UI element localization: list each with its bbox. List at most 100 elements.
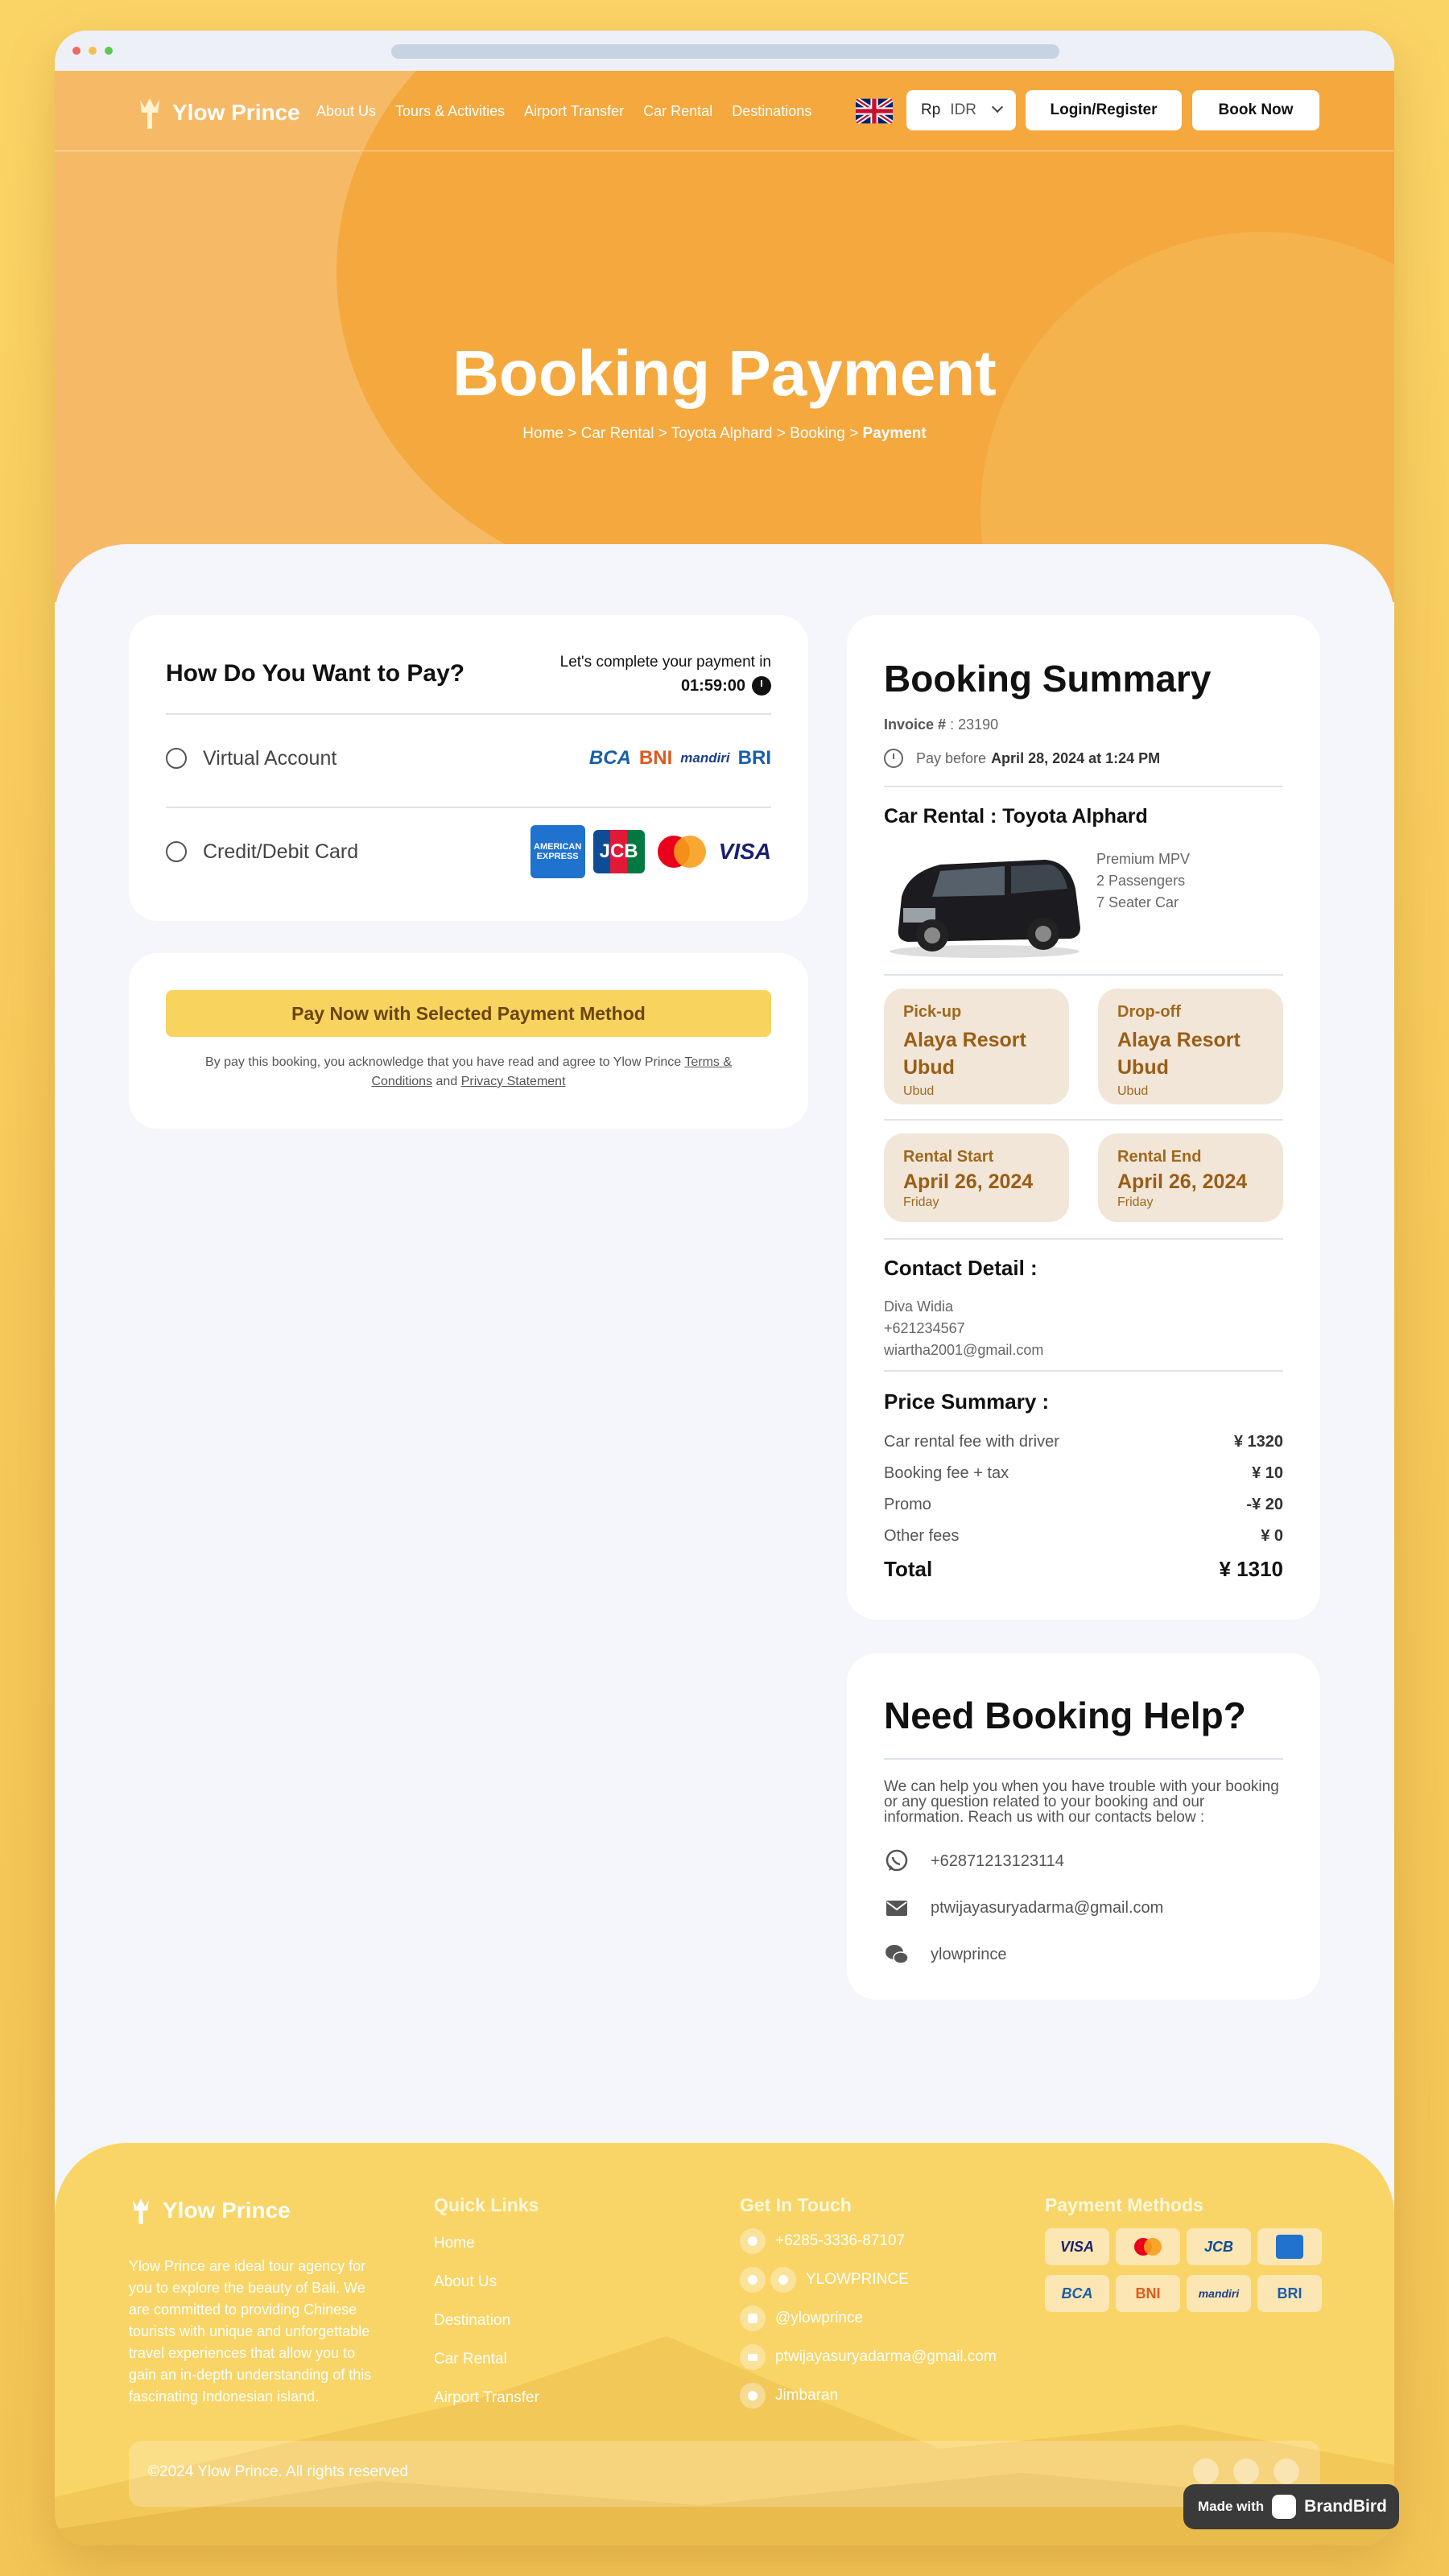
help-contact-email[interactable]: ptwijayasuryadarma@gmail.com: [884, 1895, 1163, 1921]
rental-start-tile: Rental Start April 26, 2024 Friday: [884, 1133, 1069, 1222]
nav-destinations[interactable]: Destinations: [732, 103, 811, 120]
price-label: Other fees: [884, 1527, 960, 1545]
pickup-value: Alaya Resort Ubud: [903, 1029, 1026, 1079]
mail-icon: [740, 2344, 766, 2370]
pay-now-button[interactable]: Pay Now with Selected Payment Method: [166, 990, 771, 1037]
currency-code: IDR: [950, 101, 977, 118]
breadcrumb-car-rental[interactable]: Car Rental: [581, 425, 654, 442]
whatsapp-icon: [740, 2228, 766, 2254]
and-text: and: [436, 1075, 458, 1088]
login-register-button[interactable]: Login/Register: [1026, 90, 1182, 130]
breadcrumb-separator: >: [849, 425, 859, 442]
browser-chrome: [55, 31, 1394, 71]
breadcrumb-toyota-alphard[interactable]: Toyota Alphard: [671, 425, 773, 442]
footer-link-car-rental[interactable]: Car Rental: [434, 2351, 507, 2368]
main-nav: About Us Tours & Activities Airport Tran…: [316, 103, 811, 120]
price-row: Booking fee + tax ¥ 10: [884, 1464, 1283, 1483]
contact-phone: +621234567: [884, 1320, 965, 1336]
car-spec: Premium MPV: [1096, 851, 1191, 867]
help-email: ptwijayasuryadarma@gmail.com: [931, 1898, 1164, 1917]
footer-wechat[interactable]: YLOWPRINCE: [740, 2267, 909, 2293]
rental-end-value: April 26, 2024: [1117, 1170, 1248, 1193]
wechat-icon: [740, 2267, 766, 2293]
footer-link-home[interactable]: Home: [434, 2235, 475, 2252]
invoice-label: Invoice #: [884, 716, 947, 733]
footer-brand[interactable]: Ylow Prince: [129, 2194, 291, 2227]
invoice-value: : 23190: [950, 716, 999, 733]
nav-about-us[interactable]: About Us: [316, 103, 376, 120]
currency-select[interactable]: Rp IDR: [906, 90, 1016, 130]
terms-notice: By pay this booking, you acknowledge tha…: [177, 1053, 760, 1092]
footer-link-about[interactable]: About Us: [434, 2273, 497, 2291]
nav-tours[interactable]: Tours & Activities: [395, 103, 505, 120]
contact-email: wiartha2001@gmail.com: [884, 1342, 1044, 1358]
bni-logo: BNI: [638, 747, 673, 769]
location-pin-icon: [740, 2383, 766, 2409]
close-dot[interactable]: [72, 47, 80, 55]
minimize-dot[interactable]: [89, 47, 97, 55]
rental-start-day: Friday: [903, 1195, 939, 1209]
price-amount: ¥ 1320: [1233, 1433, 1283, 1451]
amex-icon: [1276, 2235, 1303, 2259]
help-contact-wechat[interactable]: ylowprince: [884, 1942, 1006, 1967]
footer-phone[interactable]: +6285-3336-87107: [740, 2228, 905, 2254]
brand-name: Ylow Prince: [172, 100, 300, 125]
footer-link-airport-transfer[interactable]: Airport Transfer: [434, 2389, 539, 2407]
pay-before-value: April 28, 2024 at 1:24 PM: [991, 749, 1161, 766]
footer-brand-name: Ylow Prince: [163, 2198, 291, 2223]
amex-logo: [1257, 2228, 1322, 2265]
footer-link-destination[interactable]: Destination: [434, 2312, 510, 2330]
main-content: How Do You Want to Pay? Let's complete y…: [55, 544, 1394, 2146]
radio-virtual-account[interactable]: [166, 748, 187, 769]
breadcrumb-booking[interactable]: Booking: [790, 425, 845, 442]
radio-credit-card[interactable]: [166, 841, 187, 862]
breadcrumb-home[interactable]: Home: [522, 425, 564, 442]
copyright-bar: ©2024 Ylow Prince. All rights reserved: [129, 2441, 1320, 2507]
car-spec: 7 Seater Car: [1096, 894, 1179, 910]
bri-logo: BRI: [1257, 2275, 1322, 2312]
contact-title: Contact Detail :: [884, 1256, 1038, 1280]
pay-now-card: Pay Now with Selected Payment Method By …: [129, 953, 808, 1129]
breadcrumb-separator: >: [568, 425, 577, 442]
help-whatsapp-number: +62871213123114: [931, 1852, 1064, 1870]
help-contact-whatsapp[interactable]: +62871213123114: [884, 1848, 1064, 1874]
rental-end-day: Friday: [1117, 1195, 1154, 1209]
address-bar[interactable]: [391, 44, 1059, 59]
mail-icon: [886, 1901, 907, 1916]
whatsapp-icon: [886, 1849, 908, 1872]
breadcrumb-separator: >: [658, 425, 667, 442]
brand-logo[interactable]: Ylow Prince: [135, 93, 300, 132]
badge-made-with: Made with: [1198, 2499, 1265, 2514]
clock-icon: [884, 749, 903, 768]
contact-details: Diva Widia +621234567 wiartha2001@gmail.…: [884, 1296, 1043, 1361]
privacy-link[interactable]: Privacy Statement: [461, 1075, 566, 1088]
nav-airport-transfer[interactable]: Airport Transfer: [524, 103, 624, 120]
brandbird-logo-icon: [1272, 2495, 1297, 2519]
footer-location[interactable]: Jimbaran: [740, 2383, 838, 2409]
mandiri-logo: mandiri: [1187, 2275, 1251, 2312]
book-now-button[interactable]: Book Now: [1192, 90, 1319, 130]
location-social-icon[interactable]: [1274, 2458, 1299, 2484]
dropoff-sub: Ubud: [1117, 1084, 1149, 1098]
divider: [884, 1119, 1283, 1121]
brandbird-badge[interactable]: Made with BrandBird: [1183, 2484, 1399, 2529]
price-label: Booking fee + tax: [884, 1464, 1009, 1482]
breadcrumb: Home > Car Rental > Toyota Alphard > Boo…: [55, 425, 1394, 443]
crown-logo-icon: [140, 98, 159, 129]
footer-instagram[interactable]: @ylowprince: [740, 2306, 863, 2331]
payment-option-credit-card[interactable]: Credit/Debit Card AMERICAN EXPRESS JCB V…: [166, 825, 771, 878]
divider: [884, 786, 1283, 787]
summary-title: Booking Summary: [884, 658, 1212, 700]
payment-option-virtual-account[interactable]: Virtual Account BCA BNI mandiri BRI: [166, 734, 771, 782]
divider: [884, 1238, 1283, 1240]
nav-car-rental[interactable]: Car Rental: [643, 103, 712, 120]
pay-before-label: Pay before: [916, 749, 987, 766]
instagram-social-icon[interactable]: [1233, 2458, 1259, 2484]
footer-email[interactable]: ptwijayasuryadarma@gmail.com: [740, 2344, 997, 2370]
maximize-dot[interactable]: [105, 47, 113, 55]
wechat-social-icon[interactable]: [1193, 2458, 1219, 2484]
rental-start-value: April 26, 2024: [903, 1170, 1034, 1193]
total-label: Total: [884, 1557, 933, 1581]
uk-flag-icon[interactable]: [856, 98, 893, 124]
option-label: Credit/Debit Card: [203, 840, 359, 863]
